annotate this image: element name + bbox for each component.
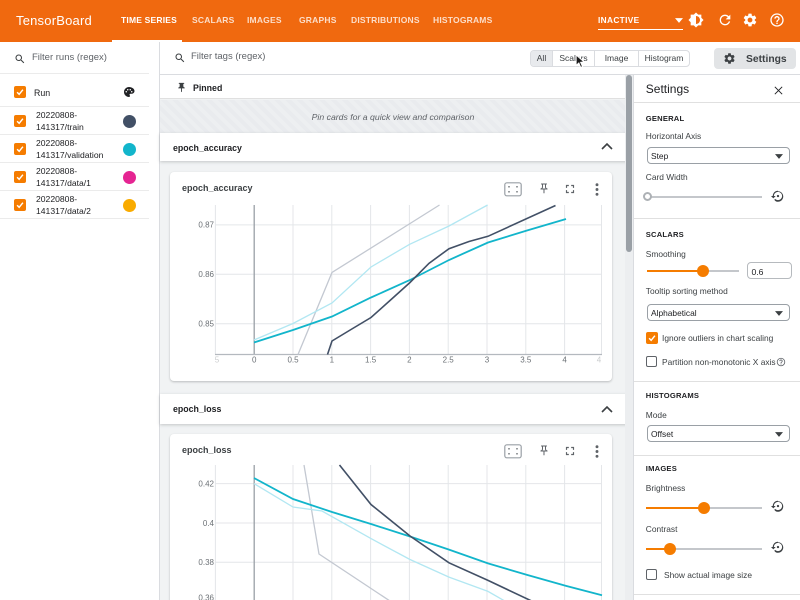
svg-text:2: 2 [407,356,412,365]
svg-text:0.42: 0.42 [198,479,214,488]
svg-text:3: 3 [485,356,490,365]
svg-text:5: 5 [215,356,220,365]
svg-text:1: 1 [330,356,335,365]
svg-text:0: 0 [252,356,257,365]
svg-text:0.86: 0.86 [198,270,214,279]
svg-text:0.87: 0.87 [198,221,214,230]
svg-text:3.5: 3.5 [520,356,532,365]
svg-text:0.38: 0.38 [198,558,214,567]
svg-text:1.5: 1.5 [365,356,377,365]
svg-text:4: 4 [562,356,567,365]
svg-text:0.36: 0.36 [198,594,214,600]
svg-text:0.5: 0.5 [287,356,299,365]
svg-text:0.85: 0.85 [198,320,214,329]
svg-text:2.5: 2.5 [443,356,455,365]
svg-text:0.4: 0.4 [203,519,215,528]
svg-text:4: 4 [597,356,602,365]
